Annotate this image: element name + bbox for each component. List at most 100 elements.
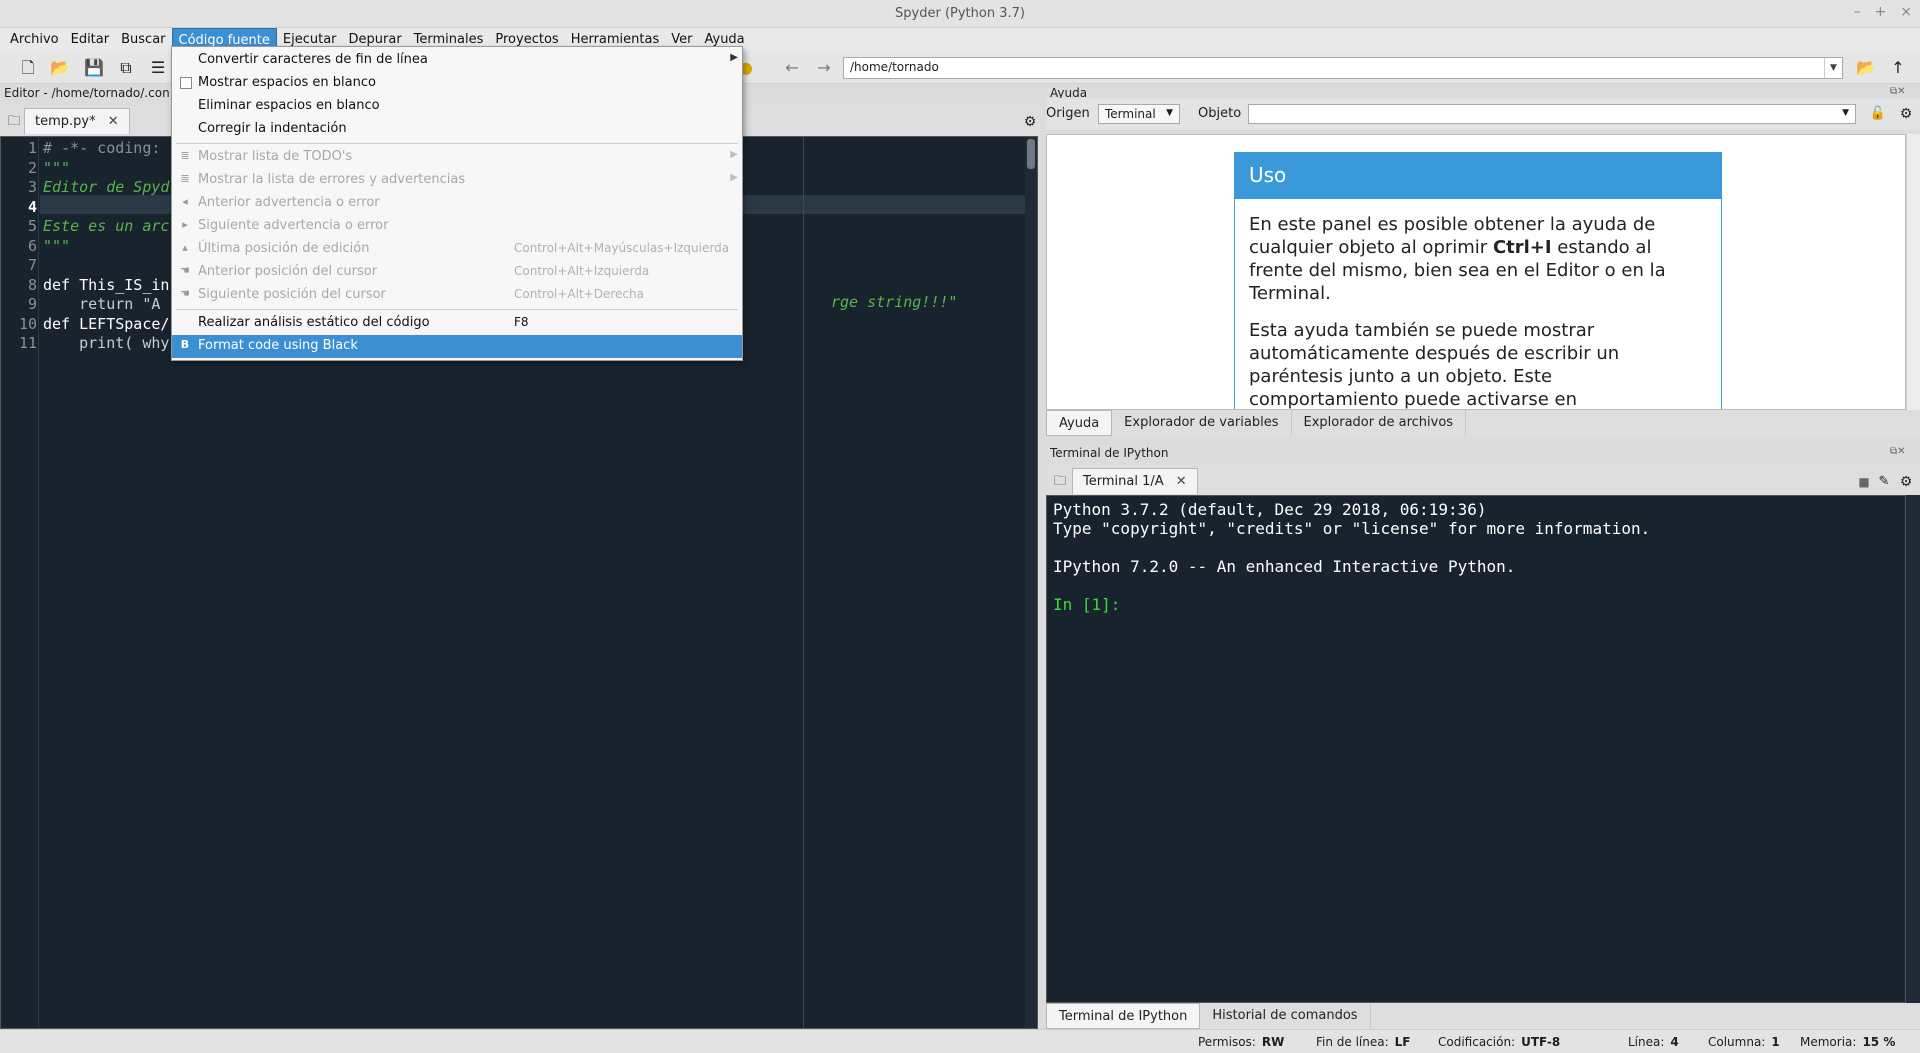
menu-item: ☚ Siguiente posición del cursor Control+Al…	[172, 284, 742, 307]
menu-item[interactable]: Corregir la indentación	[172, 118, 742, 141]
menu-item[interactable]: Mostrar espacios en blanco	[172, 72, 742, 95]
minimize-icon[interactable]: –	[1854, 4, 1861, 20]
menu-item-label: Anterior posición del cursor	[198, 264, 378, 279]
line-number: 8	[27, 275, 37, 294]
object-input[interactable]: ▼	[1248, 104, 1856, 124]
menu-separator	[176, 143, 738, 144]
save-icon[interactable]: 💾	[84, 58, 104, 78]
code-line: """	[43, 236, 71, 255]
line-number: 1	[27, 139, 37, 157]
origin-select[interactable]: Terminal ▼	[1098, 104, 1180, 124]
working-directory-input[interactable]: /home/tornado ▼	[843, 57, 1843, 79]
open-file-icon[interactable]: 📂	[50, 58, 70, 78]
tab-temp-py[interactable]: temp.py* ✕	[24, 108, 130, 134]
maximize-icon[interactable]: +	[1875, 4, 1887, 20]
status-columna: Columna: 1	[1708, 1035, 1780, 1049]
code-line: Editor de Spyd	[43, 178, 170, 196]
menu-item-label: Realizar análisis estático del código	[198, 315, 430, 330]
tab-terminal-1a[interactable]: Terminal 1/A ✕	[1072, 468, 1198, 494]
tab-explorador-variables[interactable]: Explorador de variables	[1112, 410, 1292, 436]
checkbox-icon[interactable]	[180, 77, 192, 89]
console-pane-title: Terminal de IPython	[1050, 446, 1169, 460]
status-linea: Línea: 4	[1628, 1035, 1679, 1049]
code-line: # -*- coding:	[43, 139, 161, 157]
edge-line	[803, 137, 804, 1028]
back-arrow-icon[interactable]: ←	[782, 58, 802, 78]
next-icon: ▸	[182, 218, 188, 231]
parent-dir-arrow-icon[interactable]: ↑	[1888, 58, 1908, 78]
status-fin-linea: Fin de línea: LF	[1316, 1035, 1411, 1049]
usage-card-title: Uso	[1235, 153, 1721, 199]
help-toolbar: Origen Terminal ▼ Objeto ▼ 🔓 ⚙	[1046, 98, 1920, 130]
line-number: 6	[27, 236, 37, 255]
editor-options-gear-icon[interactable]: ⚙	[1020, 112, 1040, 132]
chevron-down-icon: ▼	[1166, 108, 1173, 118]
menu-item[interactable]: Eliminar espacios en blanco	[172, 95, 742, 118]
console-line: Type "copyright", "credits" or "license"…	[1053, 519, 1651, 538]
tab-ayuda[interactable]: Ayuda	[1046, 410, 1113, 436]
save-all-icon[interactable]: ⧉	[116, 58, 136, 78]
browse-tabs-icon[interactable]: 🗀	[4, 112, 24, 132]
console-options-gear-icon[interactable]: ⚙	[1896, 472, 1916, 492]
stop-icon[interactable]: ■	[1854, 472, 1874, 492]
close-icon[interactable]: ×	[1900, 4, 1912, 20]
code-line: print( why	[43, 334, 170, 352]
tab-label: Terminal 1/A	[1083, 474, 1164, 489]
code-line: Este es un arc	[43, 217, 170, 235]
new-file-icon[interactable]: 🗋	[18, 58, 38, 78]
close-tab-icon[interactable]: ✕	[108, 114, 119, 129]
line-number-gutter: 1 2 3 4 5 6 7 8 9 10 11	[1, 137, 39, 1028]
menu-item[interactable]: B Format code using Black	[172, 335, 742, 358]
forward-arrow-icon[interactable]: →	[814, 58, 834, 78]
menu-buscar[interactable]: Buscar	[115, 28, 171, 52]
help-options-gear-icon[interactable]: ⚙	[1896, 104, 1916, 124]
menu-separator	[176, 309, 738, 310]
console-scrollbar[interactable]	[1906, 495, 1920, 1003]
help-scrollbar[interactable]	[1906, 134, 1920, 410]
tab-explorador-archivos[interactable]: Explorador de archivos	[1292, 410, 1467, 436]
menu-editar[interactable]: Editar	[65, 28, 116, 52]
submenu-arrow-icon: ▶	[730, 52, 738, 63]
clear-eraser-icon[interactable]: ✎	[1874, 472, 1894, 492]
undock-close-icon[interactable]: ⧉✕	[1890, 446, 1906, 457]
line-number: 3	[27, 178, 37, 196]
editor-scrollbar[interactable]	[1025, 137, 1037, 1028]
hand-icon: ☚	[180, 264, 190, 277]
menu-item[interactable]: Realizar análisis estático del código F8	[172, 312, 742, 335]
line-number: 5	[27, 217, 37, 235]
menu-item-label: Eliminar espacios en blanco	[198, 98, 380, 113]
undock-close-icon[interactable]: ⧉✕	[1890, 86, 1906, 97]
prev-icon: ◂	[182, 195, 188, 208]
status-permisos: Permisos: RW	[1198, 1035, 1285, 1049]
console-line: IPython 7.2.0 -- An enhanced Interactive…	[1053, 557, 1516, 576]
ipython-console[interactable]: Python 3.7.2 (default, Dec 29 2018, 06:1…	[1046, 495, 1906, 1003]
chevron-down-icon[interactable]: ▼	[1824, 58, 1842, 78]
code-overflow-text: rge string!!!"	[831, 293, 958, 311]
menu-item: ▸ Siguiente advertencia o error	[172, 215, 742, 238]
line-number: 10	[18, 314, 37, 333]
lock-icon[interactable]: 🔓	[1868, 104, 1888, 124]
menu-item-label: Convertir caracteres de fin de línea	[198, 52, 428, 67]
menu-item[interactable]: Convertir caracteres de fin de línea ▶	[172, 49, 742, 72]
tab-historial-comandos[interactable]: Historial de comandos	[1200, 1003, 1371, 1029]
line-number: 4	[27, 197, 37, 216]
line-number: 9	[27, 295, 37, 313]
menu-item: ▴ Última posición de edición Control+Alt+M…	[172, 238, 742, 261]
console-bottom-tabs: Terminal de IPython Historial de comando…	[1046, 1003, 1920, 1029]
menu-item-label: Última posición de edición	[198, 241, 370, 256]
menu-item: ≣ Mostrar lista de TODO's ▶	[172, 146, 742, 169]
browse-folder-icon[interactable]: 📂	[1856, 58, 1876, 78]
outline-icon[interactable]: ☰	[148, 58, 168, 78]
black-formatter-icon: B	[180, 338, 190, 351]
editor-pane-title: Editor - /home/tornado/.con	[4, 86, 170, 100]
browse-tabs-icon[interactable]: 🗀	[1050, 472, 1070, 492]
tab-terminal-ipython[interactable]: Terminal de IPython	[1046, 1003, 1201, 1029]
console-prompt: In [1]:	[1053, 595, 1121, 614]
hand-icon: ☚	[180, 287, 190, 300]
menu-item-label: Corregir la indentación	[198, 121, 347, 136]
chevron-down-icon: ▼	[1842, 108, 1849, 118]
menu-archivo[interactable]: Archivo	[4, 28, 65, 52]
status-bar: Permisos: RW Fin de línea: LF Codificación…	[0, 1029, 1920, 1053]
usage-card: Uso En este panel es posible obtener la …	[1234, 152, 1722, 409]
close-tab-icon[interactable]: ✕	[1176, 474, 1187, 489]
